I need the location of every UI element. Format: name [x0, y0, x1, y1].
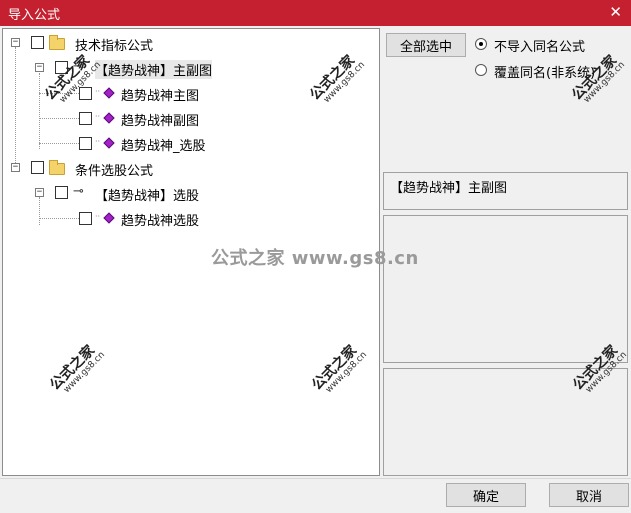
select-all-button[interactable]: 全部选中	[386, 33, 466, 57]
tree-node-condition-picks[interactable]: − 条件选股公式	[3, 158, 379, 179]
tree-node-picks[interactable]: ·· 趋势战神选股	[3, 208, 379, 229]
tree-node-label: 趋势战神选股	[121, 214, 200, 229]
tree-node-label: 【趋势战神】主副图	[95, 60, 213, 79]
tree-checkbox[interactable]	[31, 36, 44, 49]
gem-icon	[103, 137, 115, 149]
radio-overwrite-label[interactable]: 覆盖同名(非系统)	[494, 62, 595, 81]
tree-node-label: 趋势战神_选股	[121, 139, 206, 154]
tree-node-stock-pick[interactable]: ·· 趋势战神_选股	[3, 133, 379, 154]
collapse-icon[interactable]: −	[11, 38, 20, 47]
collapse-icon[interactable]: −	[35, 63, 44, 72]
tree-node-label: 趋势战神主图	[121, 89, 200, 104]
tree-checkbox[interactable]	[55, 61, 68, 74]
selected-formula-info: 【趋势战神】主副图	[383, 172, 628, 210]
close-icon[interactable]: ✕	[609, 3, 622, 21]
selected-formula-name: 【趋势战神】主副图	[390, 181, 508, 196]
ok-button[interactable]: 确定	[446, 483, 526, 507]
collapse-icon[interactable]: −	[35, 188, 44, 197]
radio-skip-duplicates-label[interactable]: 不导入同名公式	[494, 36, 585, 55]
tree-node-tech-indicators[interactable]: − 技术指标公式	[3, 33, 379, 54]
gem-icon	[103, 212, 115, 224]
formula-dot: ··	[95, 112, 101, 121]
tree-node-sub-chart[interactable]: ·· 趋势战神副图	[3, 108, 379, 129]
formula-dot: ··	[95, 212, 101, 221]
formula-params-box	[383, 368, 628, 476]
tree-checkbox[interactable]	[79, 112, 92, 125]
key-icon: ⊸	[73, 184, 84, 199]
title-bar: 导入公式 ✕	[0, 0, 631, 26]
tree-node-label: 技术指标公式	[75, 39, 154, 54]
tree-checkbox[interactable]	[31, 161, 44, 174]
tree-checkbox[interactable]	[55, 186, 68, 199]
folder-icon	[49, 35, 65, 50]
gem-icon	[103, 112, 115, 124]
folder-icon	[49, 160, 65, 175]
formula-dot: ··	[95, 137, 101, 146]
tree-node-main-chart[interactable]: ·· 趋势战神主图	[3, 83, 379, 104]
tree-node-main-sub-chart[interactable]: − ⊸ 【趋势战神】主副图	[3, 58, 379, 79]
window-title: 导入公式	[8, 8, 61, 23]
radio-overwrite[interactable]	[475, 64, 487, 76]
radio-skip-duplicates[interactable]	[475, 38, 487, 50]
formula-dot: ··	[95, 87, 101, 96]
tree-node-label: 【趋势战神】选股	[95, 189, 200, 204]
formula-description-box	[383, 215, 628, 363]
tree-node-picks-group[interactable]: − ⊸ 【趋势战神】选股	[3, 183, 379, 204]
tree-checkbox[interactable]	[79, 212, 92, 225]
cancel-button[interactable]: 取消	[549, 483, 629, 507]
tree-node-label: 条件选股公式	[75, 164, 154, 179]
footer-divider	[0, 478, 631, 479]
tree-checkbox[interactable]	[79, 87, 92, 100]
gem-icon	[103, 87, 115, 99]
tree-checkbox[interactable]	[79, 137, 92, 150]
key-icon: ⊸	[73, 59, 84, 74]
collapse-icon[interactable]: −	[11, 163, 20, 172]
tree-node-label: 趋势战神副图	[121, 114, 200, 129]
formula-tree[interactable]: − 技术指标公式 − ⊸ 【趋势战神】主副图 ·· 趋势战神主图 ·· 趋势战神…	[2, 28, 380, 476]
